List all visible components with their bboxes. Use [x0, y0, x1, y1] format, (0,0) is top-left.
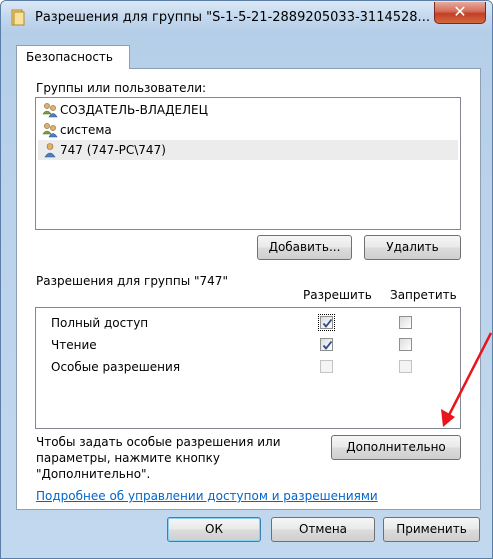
checkmark-icon [322, 340, 333, 350]
remove-button[interactable]: Удалить [364, 235, 461, 260]
advanced-hint: Чтобы задать особые разрешения или парам… [36, 434, 281, 482]
access-control-help-link[interactable]: Подробнее об управлении доступом и разре… [36, 489, 378, 503]
advanced-hint-line: Чтобы задать особые разрешения или [36, 435, 281, 449]
list-item[interactable]: система [38, 120, 458, 140]
list-item[interactable]: 747 (747-PC\747) [38, 140, 458, 160]
users-icon [42, 103, 58, 118]
apply-button[interactable]: Применить [383, 517, 480, 542]
close-button[interactable]: ✕ [434, 2, 486, 24]
special-deny-checkbox [399, 360, 412, 373]
permission-read-label: Чтение [51, 338, 97, 352]
allow-column-header: Разрешить [303, 288, 372, 302]
advanced-hint-line: параметры, нажмите кнопку [36, 451, 220, 465]
groups-label: Группы или пользователи: [36, 81, 207, 95]
tab-security[interactable]: Безопасность [16, 45, 130, 69]
permissions-label: Разрешения для группы "747" [36, 274, 228, 288]
group-name: СОЗДАТЕЛЬ-ВЛАДЕЛЕЦ [60, 103, 208, 117]
users-icon [42, 123, 58, 138]
advanced-hint-line: "Дополнительно". [36, 467, 151, 481]
annotation-arrow [441, 332, 492, 427]
permission-full-control-label: Полный доступ [51, 316, 149, 330]
window-title: Разрешения для группы "S-1-5-21-28892050… [35, 10, 430, 25]
groups-list[interactable]: СОЗДАТЕЛЬ-ВЛАДЕЛЕЦ система 747 (747-PC\7… [35, 97, 461, 230]
full-control-allow-checkbox[interactable] [318, 314, 335, 331]
group-name: система [60, 123, 112, 137]
deny-column-header: Запретить [390, 288, 457, 302]
list-item[interactable]: СОЗДАТЕЛЬ-ВЛАДЕЛЕЦ [38, 100, 458, 120]
read-allow-checkbox[interactable] [320, 338, 333, 351]
permissions-dialog: Разрешения для группы "S-1-5-21-28892050… [0, 0, 493, 559]
user-icon [44, 143, 56, 158]
group-name: 747 (747-PC\747) [60, 143, 166, 157]
full-control-deny-checkbox[interactable] [399, 316, 412, 329]
dialog-footer: ОК Отмена Применить [1, 510, 492, 558]
read-deny-checkbox[interactable] [399, 338, 412, 351]
special-allow-checkbox [320, 360, 333, 373]
advanced-button[interactable]: Дополнительно [331, 435, 461, 460]
permissions-list: Полный доступ Чтение Особые разрешения [35, 307, 461, 429]
cancel-button[interactable]: Отмена [271, 517, 375, 542]
folder-icon [11, 9, 25, 26]
add-button[interactable]: Добавить... [257, 235, 352, 260]
checkmark-icon [322, 318, 333, 328]
title-bar[interactable]: Разрешения для группы "S-1-5-21-28892050… [1, 1, 492, 34]
permission-special-label: Особые разрешения [51, 360, 181, 374]
ok-button[interactable]: ОК [167, 517, 261, 542]
